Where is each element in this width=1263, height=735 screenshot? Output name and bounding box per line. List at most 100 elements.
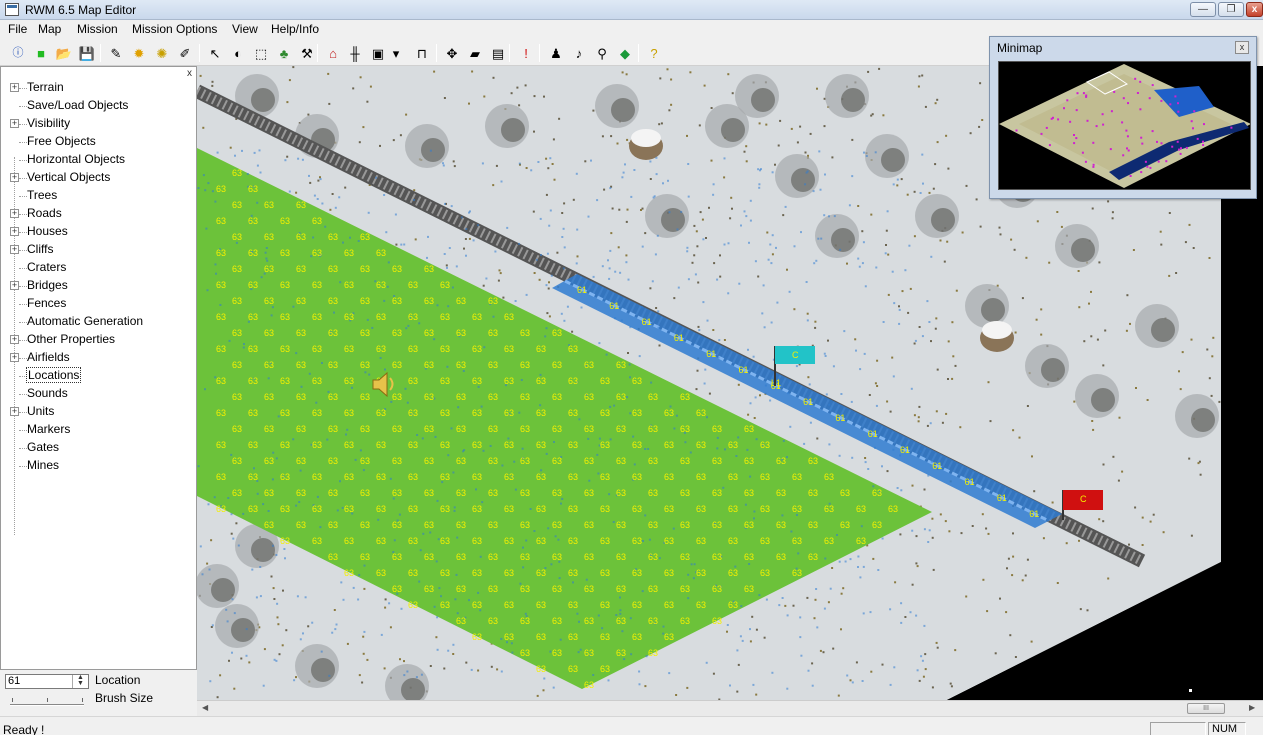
debris-dot	[553, 178, 556, 181]
lights-icon[interactable]: ✺	[152, 43, 172, 63]
tree-item-houses[interactable]: + Houses	[9, 223, 194, 241]
tree-item-visibility[interactable]: + Visibility	[9, 115, 194, 133]
tree-close-icon[interactable]: x	[187, 68, 192, 79]
terrain-brush-icon[interactable]: ✎	[106, 43, 126, 63]
tree-item-roads[interactable]: + Roads	[9, 205, 194, 223]
menu-file[interactable]: File	[4, 22, 31, 36]
open-icon[interactable]: 📂	[54, 43, 74, 63]
tree-item-free-objects[interactable]: Free Objects	[9, 133, 194, 151]
diamond-icon[interactable]: ◆	[615, 43, 635, 63]
sun-icon[interactable]: ✹	[129, 43, 149, 63]
grass-id-label: 63	[216, 472, 226, 482]
close-button[interactable]: x	[1246, 2, 1263, 17]
tree-item-save-load-objects[interactable]: Save/Load Objects	[9, 97, 194, 115]
menu-map[interactable]: Map	[34, 22, 65, 36]
tree-icon[interactable]: ♣	[274, 43, 294, 63]
select-icon[interactable]: ⬚	[251, 43, 271, 63]
menu-help-info[interactable]: Help/Info	[267, 22, 323, 36]
debris-dot	[668, 109, 671, 112]
expand-icon[interactable]: +	[10, 245, 19, 254]
zoom-icon[interactable]: ⚲	[592, 43, 612, 63]
expand-icon[interactable]: +	[10, 227, 19, 236]
minimap-object	[1136, 92, 1139, 94]
vehicle-icon[interactable]: ▣	[368, 43, 388, 63]
tree-item-units[interactable]: + Units	[9, 403, 194, 421]
tool-icon[interactable]: ⚒	[297, 43, 317, 63]
expand-icon[interactable]: +	[10, 209, 19, 218]
pointer-icon[interactable]: ↖	[205, 43, 225, 63]
grass-dot	[923, 624, 926, 627]
debris-dot	[542, 689, 545, 692]
grass-dot	[824, 557, 827, 560]
tree-item-mines[interactable]: Mines	[9, 457, 194, 475]
tree-item-airfields[interactable]: + Airfields	[9, 349, 194, 367]
tree-item-terrain[interactable]: + Terrain	[9, 79, 194, 97]
minimap-close-button[interactable]: x	[1235, 41, 1249, 54]
save-as-icon[interactable]: ▤	[488, 43, 508, 63]
expand-icon[interactable]: +	[10, 407, 19, 416]
tree-item-bridges[interactable]: + Bridges	[9, 277, 194, 295]
scroll-left-arrow[interactable]: ◀	[202, 703, 208, 712]
debris-dot	[285, 629, 288, 632]
eraser-icon[interactable]: ✐	[175, 43, 195, 63]
tree-item-cliffs[interactable]: + Cliffs	[9, 241, 194, 259]
maximize-button[interactable]: ❐	[1218, 2, 1244, 17]
fence-icon[interactable]: ╫	[345, 43, 365, 63]
unit-icon[interactable]: ♟	[546, 43, 566, 63]
help-icon[interactable]: ?	[644, 43, 664, 63]
tree-item-sounds[interactable]: Sounds	[9, 385, 194, 403]
folder-icon[interactable]: ▰	[465, 43, 485, 63]
debris-dot	[867, 70, 870, 73]
tree-item-other-properties[interactable]: + Other Properties	[9, 331, 194, 349]
tree-item-fences[interactable]: Fences	[9, 295, 194, 313]
scroll-thumb[interactable]: III	[1187, 703, 1225, 714]
minimap-window[interactable]: Minimap x	[989, 36, 1257, 199]
expand-icon[interactable]: +	[10, 119, 19, 128]
location-spinner[interactable]: ▲ ▼	[72, 674, 88, 688]
expand-icon[interactable]: +	[10, 173, 19, 182]
grass-dot	[338, 196, 341, 199]
tree-item-horizontal-objects[interactable]: Horizontal Objects	[9, 151, 194, 169]
grass-id-label: 63	[280, 280, 290, 290]
expand-icon[interactable]: +	[10, 83, 19, 92]
expand-icon[interactable]: +	[10, 353, 19, 362]
save-icon[interactable]: 💾	[77, 43, 97, 63]
menu-view[interactable]: View	[228, 22, 262, 36]
grass-id-label: 63	[616, 392, 626, 402]
move-icon[interactable]: ✥	[442, 43, 462, 63]
dropdown-icon[interactable]: ▾	[391, 43, 401, 63]
debris-dot	[525, 167, 528, 169]
menu-mission[interactable]: Mission	[73, 22, 122, 36]
tree-item-locations[interactable]: Locations	[9, 367, 194, 385]
marker-icon[interactable]: !	[516, 43, 536, 63]
grass-dot	[904, 269, 907, 272]
expand-icon[interactable]: +	[10, 335, 19, 344]
title-bar[interactable]: RWM 6.5 Map Editor — ❐ x	[0, 0, 1263, 20]
minimap-canvas[interactable]	[998, 61, 1251, 190]
scroll-right-arrow[interactable]: ▶	[1249, 703, 1255, 712]
expand-icon[interactable]: +	[10, 281, 19, 290]
debris-dot	[876, 385, 879, 387]
grass-dot	[292, 438, 295, 441]
grass-id-label: 63	[520, 584, 530, 594]
debris-dot	[1102, 520, 1105, 523]
debris-dot	[1065, 542, 1068, 545]
menu-mission-options[interactable]: Mission Options	[128, 22, 221, 36]
new-map-icon[interactable]: ■	[31, 43, 51, 63]
tree-item-markers[interactable]: Markers	[9, 421, 194, 439]
info-icon[interactable]: ⓘ	[8, 43, 28, 63]
sound-icon[interactable]: ♪	[569, 43, 589, 63]
grass-id-label: 63	[680, 488, 690, 498]
house-icon[interactable]: ⌂	[323, 43, 343, 63]
tree-item-automatic-generation[interactable]: Automatic Generation	[9, 313, 194, 331]
horizontal-scrollbar[interactable]: ◀ III ▶	[197, 700, 1263, 716]
bridge-icon[interactable]: ⊓	[412, 43, 432, 63]
tree-item-trees[interactable]: Trees	[9, 187, 194, 205]
fill-icon[interactable]: ◐	[228, 43, 248, 63]
grass-id-label: 63	[232, 392, 242, 402]
brush-size-slider[interactable]	[10, 704, 84, 706]
tree-item-gates[interactable]: Gates	[9, 439, 194, 457]
tree-item-craters[interactable]: Craters	[9, 259, 194, 277]
minimize-button[interactable]: —	[1190, 2, 1216, 17]
tree-item-vertical-objects[interactable]: + Vertical Objects	[9, 169, 194, 187]
